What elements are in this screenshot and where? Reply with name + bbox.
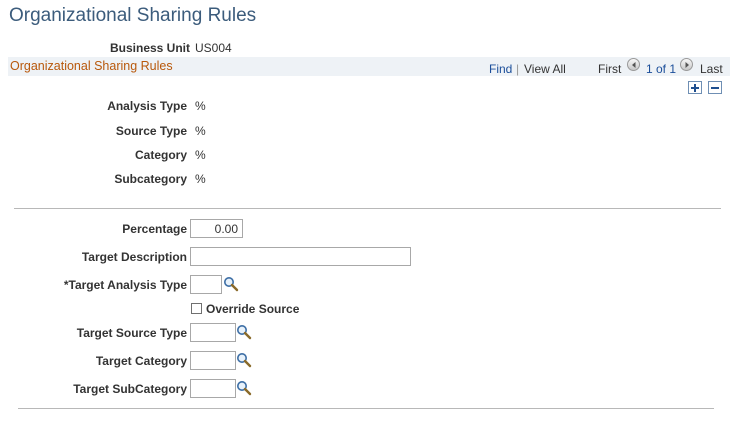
target-analysis-type-label: *Target Analysis Type	[63, 278, 187, 292]
nav-separator: |	[516, 62, 520, 76]
view-all-link[interactable]: View All	[524, 62, 566, 76]
grid-title: Organizational Sharing Rules	[10, 59, 173, 73]
target-subcategory-label: Target SubCategory	[73, 382, 187, 396]
target-description-label: Target Description	[81, 250, 187, 264]
percentage-input[interactable]	[190, 219, 243, 238]
override-source-label: Override Source	[206, 302, 300, 316]
target-category-label: Target Category	[95, 354, 187, 368]
target-source-type-label: Target Source Type	[76, 326, 187, 340]
last-link[interactable]: Last	[700, 62, 723, 76]
source-type-value: %	[195, 124, 206, 138]
magnifier-icon[interactable]	[236, 352, 252, 368]
target-source-type-input[interactable]	[190, 323, 236, 342]
target-category-input[interactable]	[190, 351, 236, 370]
chevron-left-icon	[632, 62, 636, 68]
add-row-button[interactable]	[688, 81, 702, 94]
business-unit-value: US004	[195, 41, 232, 55]
first-link[interactable]: First	[598, 62, 621, 76]
category-value: %	[195, 148, 206, 162]
percentage-label: Percentage	[122, 222, 187, 236]
section-divider	[14, 208, 721, 209]
target-analysis-type-input[interactable]	[190, 275, 222, 294]
analysis-type-value: %	[195, 99, 206, 113]
analysis-type-label: Analysis Type	[107, 99, 187, 113]
previous-row-button[interactable]	[627, 58, 640, 71]
subcategory-label: Subcategory	[114, 172, 187, 186]
minus-icon	[711, 87, 719, 89]
source-type-label: Source Type	[115, 124, 187, 138]
override-source-checkbox[interactable]	[191, 303, 202, 314]
page-title: Organizational Sharing Rules	[9, 5, 257, 26]
plus-icon	[691, 84, 699, 92]
target-description-input[interactable]	[190, 247, 411, 266]
row-count: 1 of 1	[646, 62, 677, 76]
category-label: Category	[134, 148, 187, 162]
magnifier-icon[interactable]	[223, 276, 239, 292]
chevron-right-icon	[685, 62, 689, 68]
magnifier-icon[interactable]	[236, 380, 252, 396]
delete-row-button[interactable]	[708, 81, 722, 94]
target-subcategory-input[interactable]	[190, 379, 236, 398]
find-link[interactable]: Find	[489, 62, 512, 76]
bottom-divider	[18, 408, 714, 409]
subcategory-value: %	[195, 172, 206, 186]
magnifier-icon[interactable]	[236, 324, 252, 340]
business-unit-label: Business Unit	[109, 41, 190, 55]
next-row-button[interactable]	[680, 58, 693, 71]
